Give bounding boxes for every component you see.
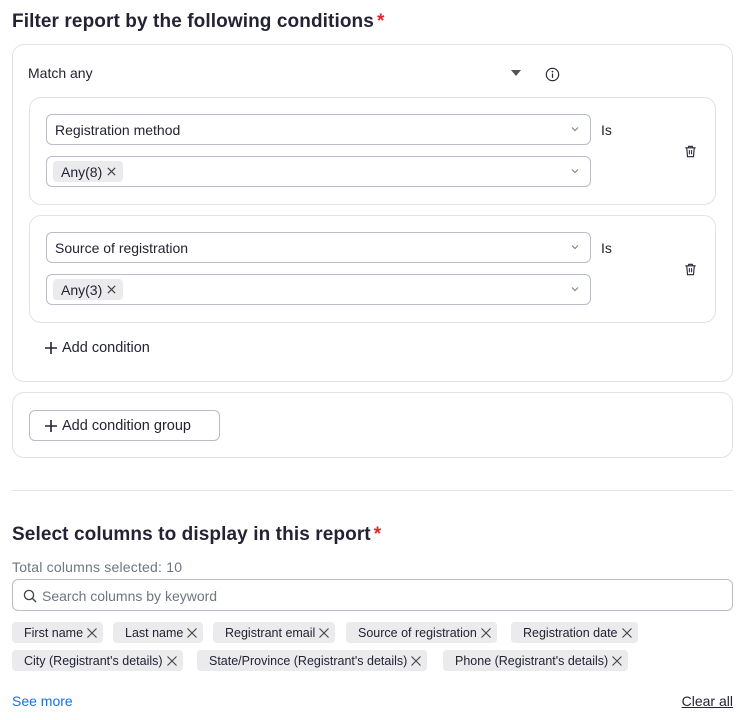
add-condition-group-button[interactable]: Add condition group	[29, 410, 220, 441]
column-chip: State/Province (Registrant's details)	[197, 650, 428, 671]
column-chip-label: Registrant email	[225, 625, 316, 640]
value-chip-label: Any(3)	[61, 281, 103, 298]
filter-title-text: Filter report by the following condition…	[12, 11, 374, 32]
column-chip: Phone (Registrant's details)	[443, 650, 629, 671]
column-chip-label: First name	[24, 625, 84, 640]
chevron-down-icon	[571, 287, 579, 292]
condition-field-select-2[interactable]: Source of registration	[46, 232, 591, 263]
condition-value-select-2[interactable]: Any(3)	[46, 274, 591, 305]
search-icon	[23, 589, 37, 603]
required-asterisk: *	[373, 524, 382, 545]
close-icon[interactable]	[318, 627, 330, 639]
search-input[interactable]	[42, 586, 642, 606]
chevron-down-icon	[571, 127, 579, 132]
column-chip: First name	[12, 622, 104, 643]
add-group-label: Add condition group	[62, 417, 191, 434]
column-chip-label: Source of registration	[358, 625, 477, 640]
total-columns-count: Total columns selected: 10	[12, 559, 183, 575]
condition-field-select-1[interactable]: Registration method	[46, 114, 591, 145]
required-asterisk: *	[376, 11, 385, 32]
column-chip: City (Registrant's details)	[12, 650, 183, 671]
value-chip-label: Any(8)	[61, 163, 103, 180]
column-chip-label: State/Province (Registrant's details)	[209, 653, 408, 668]
column-chip-label: Phone (Registrant's details)	[455, 653, 609, 668]
info-icon[interactable]	[545, 67, 560, 82]
close-icon[interactable]	[106, 166, 117, 177]
add-condition-label: Add condition	[62, 340, 150, 356]
column-chip: Last name	[113, 622, 204, 643]
column-chip: Registration date	[511, 622, 638, 643]
close-icon[interactable]	[86, 627, 98, 639]
match-mode-dropdown[interactable]: Match any	[28, 65, 93, 81]
see-more-link[interactable]: See more	[12, 693, 73, 709]
close-icon[interactable]	[621, 627, 633, 639]
close-icon[interactable]	[166, 655, 178, 667]
column-chip-label: Last name	[125, 625, 184, 640]
chevron-down-icon	[571, 245, 579, 250]
search-box[interactable]	[12, 579, 733, 611]
value-chip: Any(3)	[53, 279, 124, 300]
columns-title-text: Select columns to display in this report	[12, 524, 371, 545]
column-chip-label: Registration date	[523, 625, 618, 640]
trash-icon[interactable]	[683, 262, 698, 277]
section-divider	[12, 490, 733, 491]
filter-section-title: Filter report by the following condition…	[12, 11, 384, 33]
plus-icon	[45, 342, 57, 354]
condition-field-label: Registration method	[55, 122, 181, 138]
column-chip: Registrant email	[213, 622, 336, 643]
condition-field-label: Source of registration	[55, 240, 189, 256]
close-icon[interactable]	[186, 627, 198, 639]
column-chip-label: City (Registrant's details)	[24, 653, 163, 668]
match-mode-label: Match any	[28, 65, 93, 81]
columns-section-title: Select columns to display in this report…	[12, 524, 381, 546]
caret-down-icon[interactable]	[511, 70, 521, 76]
value-chip: Any(8)	[53, 161, 124, 182]
column-chip: Source of registration	[346, 622, 497, 643]
add-condition-button[interactable]: Add condition	[44, 340, 150, 356]
condition-operator: Is	[601, 240, 612, 256]
condition-group-box	[12, 44, 733, 382]
trash-icon[interactable]	[683, 144, 698, 159]
close-icon[interactable]	[611, 655, 623, 667]
plus-icon	[45, 419, 57, 432]
close-icon[interactable]	[410, 655, 422, 667]
chevron-down-icon	[571, 169, 579, 174]
close-icon[interactable]	[106, 284, 117, 295]
condition-value-select-1[interactable]: Any(8)	[46, 156, 591, 187]
condition-operator: Is	[601, 122, 612, 138]
close-icon[interactable]	[480, 627, 492, 639]
clear-all-link[interactable]: Clear all	[682, 693, 733, 709]
